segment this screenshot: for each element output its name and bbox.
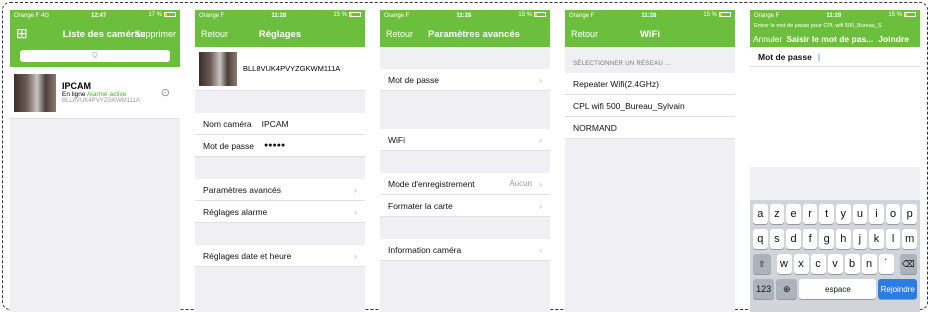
letter-key[interactable]: m — [902, 229, 917, 249]
page-title: Paramètres avancés — [428, 29, 520, 40]
chevron-right-icon: › — [354, 206, 357, 217]
letter-key[interactable]: c — [810, 254, 826, 274]
chevron-right-icon: › — [539, 200, 542, 211]
camera-id: BLL8VUK4PVYZGKWM111A — [62, 98, 140, 104]
datetime-settings-row[interactable]: Réglages date et heure › — [195, 245, 365, 267]
camera-id: BLL8VUK4PVYZGKWM111A — [243, 64, 341, 73]
space-key[interactable]: espace — [799, 279, 877, 299]
password-row[interactable]: Mot de passe › — [380, 69, 550, 91]
keyboard: azertyuiop qsdfghjklm ⇧ w x c v b n ´ ⌫ 123 ⊕ … — [750, 200, 920, 312]
camera-status: En ligne — [62, 91, 86, 98]
letter-key[interactable]: f — [802, 229, 818, 249]
page-title: Réglages — [258, 29, 302, 40]
camera-header: BLL8VUK4PVYZGKWM111A — [195, 47, 365, 91]
letter-key[interactable]: j — [852, 229, 868, 249]
alarm-status: Alarme active — [86, 91, 127, 98]
letter-key[interactable]: v — [827, 254, 843, 274]
letter-key[interactable]: o — [885, 204, 901, 224]
page-title: WiFi — [640, 29, 660, 40]
status-bar: Orange F 11:28 15 % — [380, 10, 550, 21]
screen-camera-list: Orange F 4G 12:47 17 % ⊞ Liste des camér… — [10, 10, 180, 312]
camera-thumbnail — [199, 51, 237, 86]
letter-key[interactable]: l — [885, 229, 901, 249]
camera-name: IPCAM — [62, 81, 91, 91]
numbers-key[interactable]: 123 — [753, 279, 775, 299]
camera-item[interactable]: IPCAM En ligne Alarme active BLL8VUK4PVY… — [10, 67, 180, 119]
backspace-key[interactable]: ⌫ — [899, 254, 917, 274]
nav-bar: Retour WiFi — [565, 21, 735, 47]
letter-key[interactable]: s — [769, 229, 785, 249]
letter-key[interactable]: x — [793, 254, 809, 274]
search-bar: Q — [10, 47, 180, 67]
letter-key[interactable]: a — [753, 204, 768, 224]
password-prompt: Entrer le mot de passe pour CPL wifi 500… — [750, 21, 920, 31]
globe-icon[interactable]: ⊕ — [776, 279, 798, 299]
chevron-right-icon: › — [539, 244, 542, 255]
network-item[interactable]: NORMAND — [565, 117, 735, 139]
letter-key[interactable]: d — [786, 229, 801, 249]
chevron-circle-icon[interactable]: ⊙ — [161, 86, 170, 99]
letter-key[interactable]: u — [852, 204, 868, 224]
status-bar: Orange F 11:28 15 % — [195, 10, 365, 21]
network-item[interactable]: CPL wifi 500_Bureau_Sylvain — [565, 95, 735, 117]
screen-wifi: Orange F 11:28 15 % Retour WiFi SÉLECTIO… — [565, 10, 735, 312]
password-field[interactable]: Mot de passe | — [750, 47, 920, 67]
wifi-row[interactable]: WiFi › — [380, 129, 550, 151]
page-title: Saisir le mot de pas... — [786, 34, 874, 44]
letter-key[interactable]: i — [869, 204, 884, 224]
chevron-right-icon: › — [539, 178, 542, 189]
nav-bar: Retour Réglages — [195, 21, 365, 47]
section-header: SÉLECTIONNER UN RÉSEAU ... — [573, 61, 671, 67]
letter-key[interactable]: ´ — [878, 254, 894, 274]
join-key[interactable]: Rejoindre — [878, 279, 917, 299]
nav-bar: Annuler Saisir le mot de pas... Joindre — [750, 31, 920, 47]
camera-thumbnail — [14, 73, 56, 112]
letter-key[interactable]: p — [902, 204, 917, 224]
camera-name-row[interactable]: Nom caméra IPCAM — [195, 113, 365, 135]
nav-bar: ⊞ Liste des caméras Supprimer — [10, 21, 180, 47]
password-row[interactable]: Mot de passe ●●●●● — [195, 135, 365, 157]
alarm-settings-row[interactable]: Réglages alarme › — [195, 201, 365, 223]
status-bar: Orange F 11:28 15 % — [565, 10, 735, 21]
chevron-right-icon: › — [354, 184, 357, 195]
join-button[interactable]: Joindre — [878, 34, 909, 44]
cancel-button[interactable]: Annuler — [753, 34, 782, 44]
letter-key[interactable]: r — [802, 204, 818, 224]
chevron-right-icon: › — [354, 250, 357, 261]
status-bar: Orange F 4G 12:47 17 % — [10, 10, 180, 21]
status-bar: Orange F 11:29 15 % — [750, 10, 920, 21]
letter-key[interactable]: y — [836, 204, 851, 224]
nav-bar: Retour Paramètres avancés — [380, 21, 550, 47]
letter-key[interactable]: g — [819, 229, 834, 249]
advanced-settings-row[interactable]: Paramètres avancés › — [195, 179, 365, 201]
shift-key[interactable]: ⇧ — [753, 254, 771, 274]
letter-key[interactable]: n — [861, 254, 877, 274]
search-icon: Q — [92, 52, 98, 59]
screen-settings: Orange F 11:28 15 % Retour Réglages BLL8… — [195, 10, 365, 312]
letter-key[interactable]: z — [769, 204, 785, 224]
letter-key[interactable]: e — [786, 204, 801, 224]
chevron-right-icon: › — [539, 74, 542, 85]
letter-key[interactable]: h — [836, 229, 851, 249]
letter-key[interactable]: q — [753, 229, 768, 249]
screen-wifi-password: Orange F 11:29 15 % Entrer le mot de pas… — [750, 10, 920, 312]
camera-info-row[interactable]: Information caméra › — [380, 239, 550, 261]
letter-key[interactable]: k — [869, 229, 884, 249]
delete-button[interactable]: Supprimer — [134, 29, 176, 39]
letter-key[interactable]: w — [776, 254, 792, 274]
format-card-row[interactable]: Formater la carte › — [380, 195, 550, 217]
letter-key[interactable]: t — [819, 204, 834, 224]
chevron-right-icon: › — [539, 134, 542, 145]
screen-advanced: Orange F 11:28 15 % Retour Paramètres av… — [380, 10, 550, 312]
search-input[interactable]: Q — [20, 50, 170, 62]
letter-key[interactable]: b — [844, 254, 860, 274]
record-mode-row[interactable]: Mode d'enregistrement Aucun › — [380, 173, 550, 195]
network-item[interactable]: Repeater Wifi(2.4GHz) — [565, 73, 735, 95]
